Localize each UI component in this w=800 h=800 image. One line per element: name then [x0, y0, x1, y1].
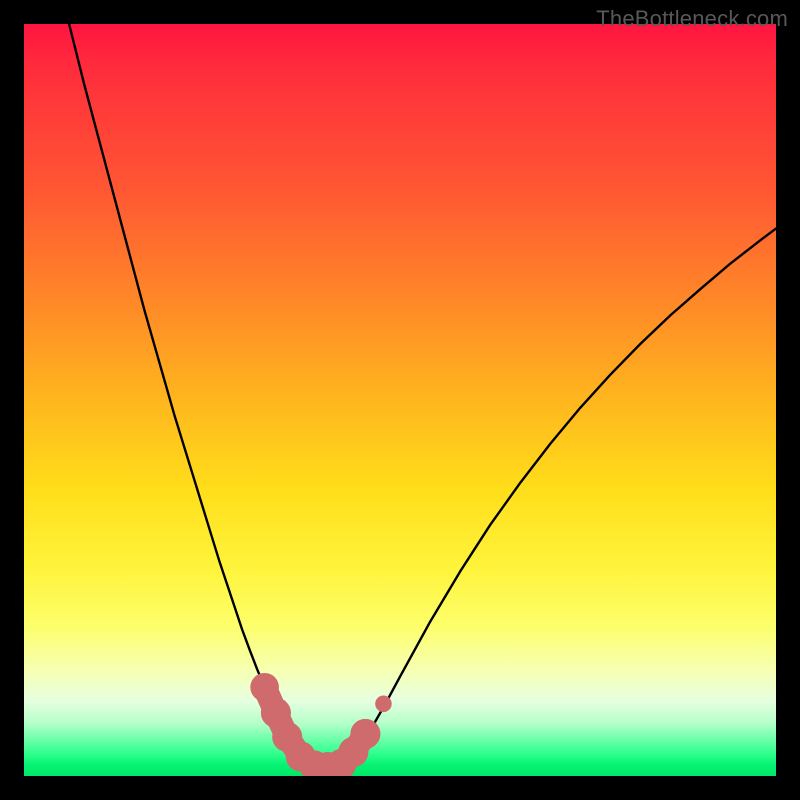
bottleneck-curve: [69, 24, 776, 768]
plot-area: [24, 24, 776, 776]
watermark-text: TheBottleneck.com: [596, 6, 788, 32]
chart-frame: TheBottleneck.com: [0, 0, 800, 800]
marker-cluster: [250, 673, 391, 776]
marker-detached: [375, 696, 392, 713]
chart-svg-layer: [24, 24, 776, 776]
marker-right-edge: [350, 719, 380, 749]
marker-left-edge: [250, 673, 279, 702]
